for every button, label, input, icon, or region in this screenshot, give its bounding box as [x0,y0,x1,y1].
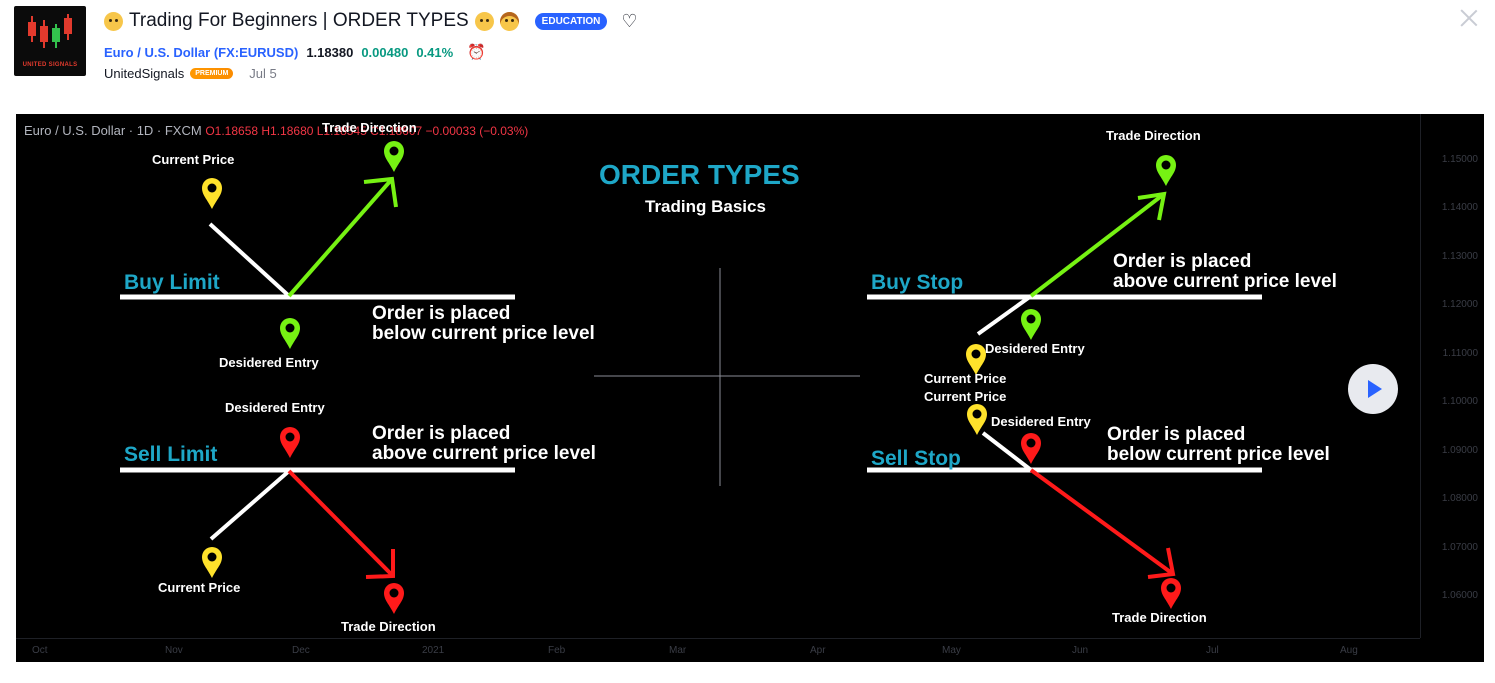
sell-stop-direction-line [1029,468,1175,576]
sell-limit-current-pin [202,547,222,578]
buy-limit-direction-label: Trade Direction [322,120,417,135]
education-badge[interactable]: EDUCATION [534,12,608,30]
time-axis-tick: May [942,645,961,656]
sell-limit-current-label: Current Price [158,580,241,595]
symbol-link[interactable]: Euro / U.S. Dollar (FX:EURUSD) [104,45,298,60]
price-axis-tick: 1.07000 [1441,542,1478,553]
drawings-layer [120,141,1262,614]
price-axis-tick: 1.15000 [1441,154,1478,165]
publish-date: Jul 5 [249,66,277,81]
sell-stop-current-label: Current Price [924,389,1007,404]
buy-stop-description: Order is placed above current price level [1113,251,1337,292]
time-axis-tick: Feb [548,645,566,656]
price-axis-tick: 1.06000 [1441,590,1478,601]
close-icon[interactable] [1459,8,1479,28]
buy-stop-title: Buy Stop [871,271,964,294]
main-title: ORDER TYPES [599,159,800,190]
sell-stop-current-pin [967,404,987,435]
buy-limit-current-line [208,222,291,298]
price-axis[interactable]: 1.15000 1.14000 1.13000 1.12000 1.11000 … [1420,114,1484,638]
sell-stop-direction-pin [1161,578,1181,609]
time-axis-tick: Apr [810,645,826,656]
time-axis-tick: Mar [669,645,687,656]
author-name[interactable]: UnitedSignals [104,66,184,81]
time-axis-tick: Oct [32,645,48,656]
price-axis-tick: 1.10000 [1441,396,1478,407]
idea-title-row: Trading For Beginners | ORDER TYPES EDUC… [104,9,638,33]
author-logo[interactable]: UNITED SIGNALS [14,6,86,76]
student-emoji-icon [474,11,494,31]
buy-limit-title: Buy Limit [124,271,220,294]
buy-stop-entry-label: Desidered Entry [985,341,1085,356]
sell-stop-direction-label: Trade Direction [1112,610,1207,625]
price-axis-tick: 1.12000 [1441,299,1478,310]
ohlc-legend[interactable]: Euro / U.S. Dollar · 1D · FXCM O1.18658 … [24,123,528,138]
price-axis-tick: 1.08000 [1441,493,1478,504]
author-row: UnitedSignals PREMIUM Jul 5 [104,66,277,81]
time-axis-tick: Jun [1072,645,1089,656]
buy-limit-entry-label: Desidered Entry [219,355,319,370]
sell-limit-direction-pin [384,583,404,614]
time-axis-tick: Dec [292,645,310,656]
buy-limit-entry-pin [280,318,300,349]
time-axis-tick: Nov [165,645,183,656]
sell-stop-description: Order is placed below current price level [1107,424,1330,465]
sell-limit-title: Sell Limit [124,443,218,466]
buy-stop-entry-pin [1021,309,1041,340]
buy-limit-description: Order is placed below current price level [372,303,595,344]
candles-icon [28,14,72,48]
buy-limit-current-label: Current Price [152,152,235,167]
buy-stop-direction-pin [1156,155,1176,186]
sell-stop-entry-pin [1021,433,1041,464]
main-subtitle: Trading Basics [645,197,766,216]
sell-limit-current-line [209,469,291,541]
baby-emoji-icon [104,11,123,31]
time-axis[interactable]: Oct Nov Dec 2021 Feb Mar Apr May Jun Jul… [16,638,1420,662]
idea-title: Trading For Beginners | ORDER TYPES [129,10,469,31]
play-button[interactable] [1348,364,1398,414]
time-axis-tick: 2021 [422,645,445,656]
buy-limit-direction-pin [384,141,404,172]
ohlc-symbol: Euro / U.S. Dollar · 1D · FXCM [24,123,202,138]
price-axis-tick: 1.09000 [1441,445,1478,456]
sell-stop-title: Sell Stop [871,447,961,470]
sell-limit-direction-label: Trade Direction [341,619,436,634]
learner-emoji-icon [499,11,519,31]
heart-pulse-icon[interactable]: ♡ [621,11,637,32]
price-axis-tick: 1.11000 [1442,348,1478,359]
price-axis-tick: 1.14000 [1441,202,1478,213]
buy-stop-current-label: Current Price [924,371,1007,386]
buy-limit-direction-line [287,177,394,298]
symbol-price: 1.18380 [306,44,354,60]
logo-text: UNITED SIGNALS [22,62,78,68]
time-axis-tick: Jul [1206,645,1219,656]
idea-page: UNITED SIGNALS Trading For Beginners | O… [0,0,1495,683]
sell-limit-entry-pin [280,427,300,458]
premium-badge: PREMIUM [190,68,234,79]
sell-stop-entry-label: Desidered Entry [991,414,1091,429]
alarm-clock-icon[interactable]: ⏰ [467,43,486,61]
chart-canvas[interactable]: Euro / U.S. Dollar · 1D · FXCM O1.18658 … [16,114,1484,662]
buy-stop-direction-label: Trade Direction [1106,128,1201,143]
symbol-change-pct: 0.41% [416,44,454,60]
symbol-change: 0.00480 [361,44,409,60]
sell-limit-entry-label: Desidered Entry [225,400,325,415]
sell-limit-direction-line [287,469,395,578]
price-axis-tick: 1.13000 [1441,251,1478,262]
time-axis-tick: Aug [1340,645,1358,656]
symbol-row: Euro / U.S. Dollar (FX:EURUSD) 1.18380 0… [104,43,486,61]
buy-limit-current-pin [202,178,222,209]
sell-limit-description: Order is placed above current price level [372,423,596,464]
